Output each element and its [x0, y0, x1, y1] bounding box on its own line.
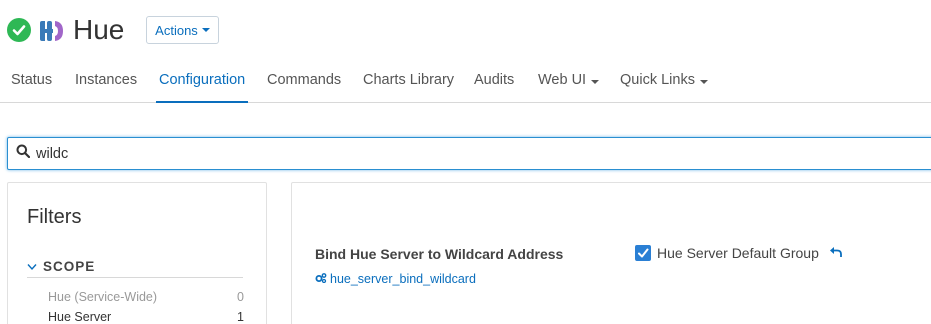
scope-filter-label: Hue (Service-Wide) [48, 290, 158, 304]
search-input[interactable] [36, 145, 886, 162]
tab-audits[interactable]: Audits [474, 72, 514, 103]
search-icon [16, 144, 31, 163]
service-title: Hue [73, 14, 125, 45]
property-value-row: Hue Server Default Group [635, 245, 843, 261]
health-good-icon [7, 18, 31, 42]
property-display-name: Bind Hue Server to Wildcard Address [315, 246, 564, 262]
property-key-link[interactable]: hue_server_bind_wildcard [315, 272, 476, 286]
actions-label: Actions [155, 22, 198, 38]
scope-filter-count: 1 [237, 310, 244, 324]
scope-filter-hue-server[interactable]: Hue Server 1 [48, 310, 244, 324]
scope-filter-label: Hue Server [48, 310, 112, 324]
config-results-panel: Bind Hue Server to Wildcard Address hue_… [291, 182, 931, 324]
service-tabs: Status Instances Configuration Commands … [0, 62, 931, 103]
config-search-box[interactable] [7, 137, 931, 170]
scope-filter-hue-service-wide[interactable]: Hue (Service-Wide) 0 [48, 290, 244, 304]
hue-logo-icon [38, 19, 65, 43]
scope-section-toggle[interactable]: SCOPE [27, 256, 243, 278]
property-checkbox[interactable] [635, 245, 651, 261]
tab-quick-links[interactable]: Quick Links [620, 72, 708, 103]
tab-web-ui[interactable]: Web UI [538, 72, 600, 103]
tab-commands[interactable]: Commands [267, 72, 341, 103]
tab-status[interactable]: Status [11, 72, 52, 103]
chevron-down-icon [27, 258, 37, 276]
tab-instances[interactable]: Instances [75, 72, 137, 103]
service-header: Hue Actions [0, 0, 931, 62]
undo-icon[interactable] [829, 245, 843, 261]
property-scope-label: Hue Server Default Group [657, 245, 819, 261]
tab-charts-library[interactable]: Charts Library [363, 72, 454, 103]
caret-down-icon [699, 80, 708, 84]
tab-configuration[interactable]: Configuration [156, 72, 249, 103]
actions-dropdown-button[interactable]: Actions [146, 16, 219, 44]
property-key: hue_server_bind_wildcard [330, 272, 476, 286]
gears-icon [315, 272, 327, 286]
caret-down-icon [201, 28, 210, 32]
filters-title: Filters [27, 206, 82, 228]
scope-filter-count: 0 [237, 290, 244, 304]
filters-panel: Filters SCOPE Hue (Service-Wide) 0 Hue S… [7, 182, 267, 324]
scope-label: SCOPE [43, 259, 96, 274]
caret-down-icon [591, 80, 600, 84]
